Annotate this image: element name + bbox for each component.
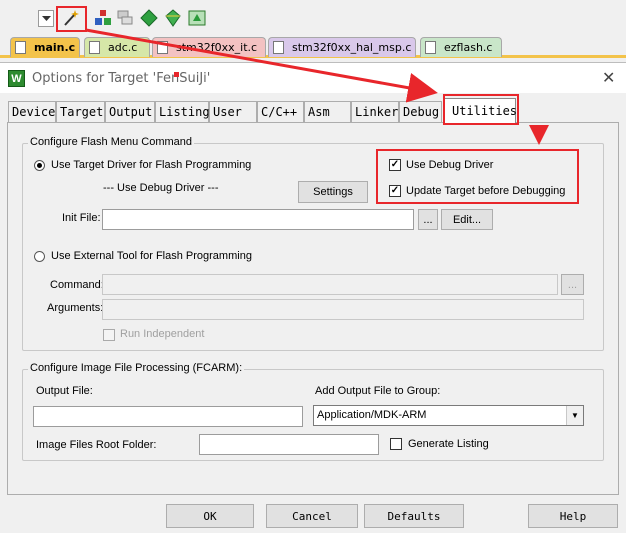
highlight-options-button — [56, 6, 87, 32]
manage-runtime-button[interactable] — [187, 8, 207, 28]
tab-user[interactable]: User — [209, 101, 257, 123]
debug-driver-text: --- Use Debug Driver --- — [103, 182, 219, 194]
tab-linker[interactable]: Linker — [351, 101, 399, 123]
editor-tab-stm32f0xx-hal-msp-c[interactable]: stm32f0xx_hal_msp.c — [268, 37, 416, 57]
editor-tab-label: main.c — [34, 41, 76, 54]
gem-icon — [165, 9, 181, 27]
settings-button[interactable]: Settings — [298, 181, 368, 203]
highlight-utilities-tab — [443, 94, 519, 125]
run-independent-label: Run Independent — [120, 328, 205, 340]
chevron-down-icon — [41, 15, 51, 21]
defaults-button[interactable]: Defaults — [364, 504, 464, 528]
command-label: Command: — [50, 279, 104, 291]
use-target-driver-radio[interactable] — [34, 160, 45, 171]
editor-tab-main-c[interactable]: main.c — [10, 37, 80, 57]
tab-output[interactable]: Output — [105, 101, 155, 123]
run-independent-checkbox — [103, 329, 115, 341]
file-icon — [273, 41, 284, 54]
command-browse-button: ... — [561, 274, 584, 295]
options-dialog: W Options for Target 'FenSuiJi' ✕ Device… — [0, 62, 626, 533]
editor-tab-label: stm32f0xx_it.c — [176, 41, 258, 54]
init-file-browse-button[interactable]: ... — [418, 209, 438, 230]
file-icon — [425, 41, 436, 54]
init-file-label: Init File: — [62, 212, 101, 224]
dialog-title: Options for Target 'FenSuiJi' — [32, 71, 211, 86]
tab-target[interactable]: Target — [56, 101, 105, 123]
batch-build-button[interactable] — [115, 8, 135, 28]
use-target-driver-label: Use Target Driver for Flash Programming — [51, 159, 252, 171]
init-file-input[interactable] — [102, 209, 414, 230]
use-external-tool-label: Use External Tool for Flash Programming — [51, 250, 252, 262]
generate-listing-label: Generate Listing — [408, 438, 489, 450]
file-icon — [15, 41, 26, 54]
tab-listing[interactable]: Listing — [155, 101, 210, 123]
select-software-packs-button[interactable] — [163, 8, 183, 28]
diamond-icon — [140, 9, 158, 27]
editor-tab-label: stm32f0xx_hal_msp.c — [292, 41, 412, 54]
editor-tab-bar: main.c adc.c stm32f0xx_it.c stm32f0xx_ha… — [0, 36, 626, 58]
root-folder-input[interactable] — [199, 434, 379, 455]
editor-tab-label: ezflash.c — [444, 41, 493, 54]
cancel-button[interactable]: Cancel — [266, 504, 358, 528]
root-folder-label: Image Files Root Folder: — [36, 439, 157, 451]
edit-button[interactable]: Edit... — [441, 209, 493, 230]
image-group-title: Configure Image File Processing (FCARM): — [28, 362, 245, 374]
dialog-titlebar: W Options for Target 'FenSuiJi' ✕ — [0, 63, 626, 93]
tab-device[interactable]: Device — [8, 101, 56, 123]
uvision-icon: W — [8, 70, 25, 87]
command-input — [102, 274, 558, 295]
file-icon — [89, 41, 100, 54]
flash-group-title: Configure Flash Menu Command — [28, 136, 195, 148]
highlight-debug-driver-options — [376, 149, 579, 204]
generate-listing-checkbox[interactable] — [390, 438, 402, 450]
grid-icon — [188, 10, 206, 26]
editor-tab-adc-c[interactable]: adc.c — [84, 37, 150, 57]
editor-tab-ezflash-c[interactable]: ezflash.c — [420, 37, 502, 57]
help-button[interactable]: Help — [528, 504, 618, 528]
editor-tab-label: adc.c — [108, 41, 138, 54]
arguments-input — [102, 299, 584, 320]
file-icon — [157, 41, 168, 54]
manage-components-button[interactable] — [93, 8, 113, 28]
close-icon[interactable]: ✕ — [602, 68, 615, 88]
output-file-input[interactable] — [33, 406, 303, 427]
editor-tab-stm32f0xx-it-c[interactable]: stm32f0xx_it.c — [152, 37, 266, 57]
tab-debug[interactable]: Debug — [399, 101, 442, 123]
use-external-tool-radio[interactable] — [34, 251, 45, 262]
arguments-label: Arguments: — [47, 302, 104, 314]
output-file-label: Output File: — [36, 385, 93, 397]
tab-asm[interactable]: Asm — [304, 101, 351, 123]
layers-icon — [117, 10, 133, 25]
tab-c-cpp[interactable]: C/C++ — [257, 101, 304, 123]
output-group-select[interactable]: Application/MDK-ARM ▼ — [313, 405, 584, 426]
ok-button[interactable]: OK — [166, 504, 254, 528]
add-output-group-label: Add Output File to Group: — [315, 385, 441, 397]
pack-installer-button[interactable] — [139, 8, 159, 28]
target-dropdown-arrow[interactable] — [38, 10, 54, 27]
toolbar — [0, 0, 626, 36]
output-group-value: Application/MDK-ARM — [317, 409, 427, 421]
components-icon — [95, 10, 111, 25]
chevron-down-icon: ▼ — [566, 406, 583, 425]
